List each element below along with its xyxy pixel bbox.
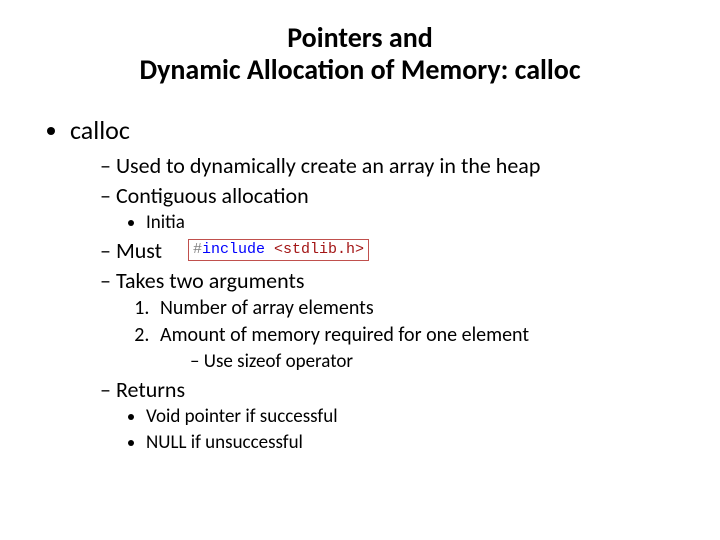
arg-2-sizeof: Use sizeof operator	[190, 350, 680, 374]
code-space	[265, 241, 274, 258]
bullet-list: calloc Used to dynamically create an arr…	[40, 114, 680, 455]
slide: Pointers and Dynamic Allocation of Memor…	[0, 0, 720, 540]
sub-takes-args: Takes two arguments Number of array elem…	[100, 267, 680, 374]
sub-contiguous-children: Initia	[100, 211, 680, 235]
bullet-calloc-text: calloc	[70, 114, 130, 146]
arg-2-text: Amount of memory required for one elemen…	[160, 323, 529, 347]
args-list: Number of array elements Amount of memor…	[100, 296, 680, 374]
slide-title: Pointers and Dynamic Allocation of Memor…	[40, 22, 680, 86]
returns-children: Void pointer if successful NULL if unsuc…	[100, 405, 680, 455]
code-include: include	[202, 241, 265, 258]
sub-list: Used to dynamically create an array in t…	[70, 152, 680, 455]
sub-returns-text: Returns	[116, 376, 185, 403]
code-hash: #	[193, 241, 202, 258]
sub-used-to: Used to dynamically create an array in t…	[100, 152, 680, 180]
returns-void: Void pointer if successful	[146, 405, 680, 429]
sub-must: Must	[100, 237, 680, 265]
title-line-2: Dynamic Allocation of Memory: calloc	[139, 52, 580, 87]
sub-contiguous: Contiguous allocation Initia	[100, 182, 680, 235]
code-include-box: #include <stdlib.h>	[188, 239, 369, 261]
sub-returns: Returns Void pointer if successful NULL …	[100, 376, 680, 455]
bullet-calloc: calloc Used to dynamically create an arr…	[70, 114, 680, 455]
arg-2: Amount of memory required for one elemen…	[154, 323, 680, 374]
code-header: <stdlib.h>	[274, 241, 364, 258]
sub-contiguous-text: Contiguous allocation	[116, 182, 309, 209]
sub-takes-args-text: Takes two arguments	[116, 267, 305, 294]
title-line-1: Pointers and	[287, 20, 433, 55]
arg-1: Number of array elements	[154, 296, 680, 321]
arg-2-children: Use sizeof operator	[160, 350, 680, 374]
returns-null: NULL if unsuccessful	[146, 431, 680, 455]
sub-initial: Initia	[146, 211, 680, 235]
